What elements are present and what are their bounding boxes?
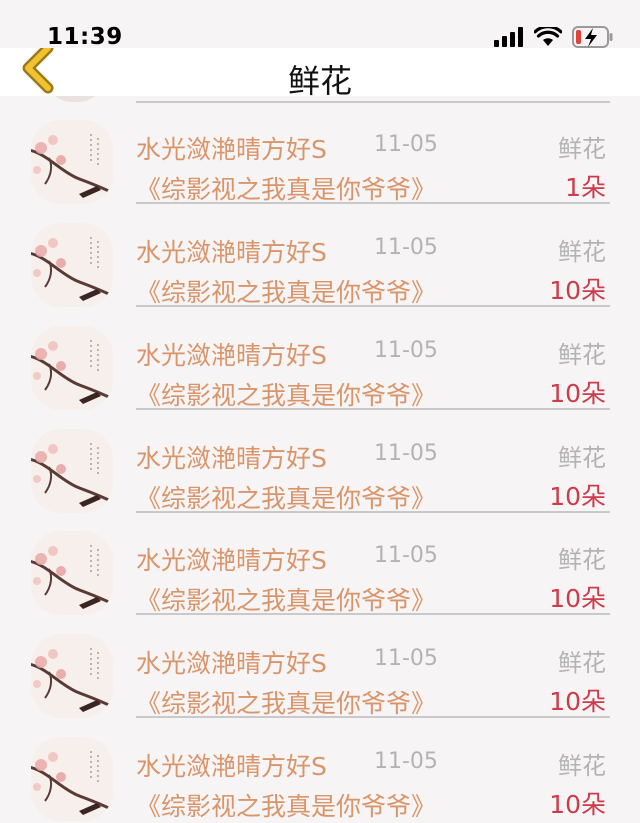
gift-count: 1朵 bbox=[565, 173, 606, 202]
list-item[interactable]: 水光潋滟晴方好S 11-05 鲜花 《综影视之我真是你爷爷》 10朵 bbox=[0, 614, 640, 718]
plum-blossom-painting-icon bbox=[31, 737, 113, 821]
gift-record-list[interactable]: 水光潋滟晴方好S 11-05 鲜花 《综影视之我真是你爷爷》 1朵 水光潋滟晴方… bbox=[0, 0, 640, 821]
gift-count: 10朵 bbox=[549, 379, 606, 408]
list-item[interactable]: 水光潋滟晴方好S 11-05 鲜花 《综影视之我真是你爷爷》 10朵 bbox=[0, 409, 640, 513]
list-item[interactable]: 水光潋滟晴方好S 11-05 鲜花 《综影视之我真是你爷爷》 10朵 bbox=[0, 717, 640, 821]
gift-type: 鲜花 bbox=[558, 752, 606, 780]
gift-type: 鲜花 bbox=[558, 444, 606, 472]
gift-date: 11-05 bbox=[374, 235, 438, 260]
user-name: 水光潋滟晴方好S bbox=[136, 444, 327, 473]
avatar bbox=[31, 120, 113, 204]
gift-date: 11-05 bbox=[374, 441, 438, 466]
avatar bbox=[31, 429, 113, 513]
book-title[interactable]: 《综影视之我真是你爷爷》 bbox=[136, 376, 436, 412]
user-name: 水光潋滟晴方好S bbox=[136, 238, 327, 267]
book-title[interactable]: 《综影视之我真是你爷爷》 bbox=[136, 479, 436, 515]
book-title[interactable]: 《综影视之我真是你爷爷》 bbox=[136, 273, 436, 309]
user-name: 水光潋滟晴方好S bbox=[136, 546, 327, 575]
gift-type: 鲜花 bbox=[558, 238, 606, 266]
gift-type: 鲜花 bbox=[558, 341, 606, 369]
page-title: 鲜花 bbox=[287, 62, 352, 100]
user-name: 水光潋滟晴方好S bbox=[136, 135, 327, 164]
avatar bbox=[31, 737, 113, 821]
gift-count: 10朵 bbox=[549, 276, 606, 305]
plum-blossom-painting-icon bbox=[31, 634, 113, 718]
book-title[interactable]: 《综影视之我真是你爷爷》 bbox=[136, 684, 436, 720]
gift-date: 11-05 bbox=[374, 132, 438, 157]
gift-type: 鲜花 bbox=[558, 135, 606, 163]
gift-type: 鲜花 bbox=[558, 649, 606, 677]
gift-count: 10朵 bbox=[549, 584, 606, 613]
gift-date: 11-05 bbox=[374, 749, 438, 774]
user-name: 水光潋滟晴方好S bbox=[136, 752, 327, 781]
plum-blossom-painting-icon bbox=[31, 223, 113, 307]
gift-count: 10朵 bbox=[549, 687, 606, 716]
avatar bbox=[31, 326, 113, 410]
cellular-signal-icon bbox=[494, 27, 523, 47]
avatar bbox=[31, 531, 113, 615]
list-item[interactable]: 水光潋滟晴方好S 11-05 鲜花 《综影视之我真是你爷爷》 10朵 bbox=[0, 306, 640, 410]
list-item[interactable]: 水光潋滟晴方好S 11-05 鲜花 《综影视之我真是你爷爷》 10朵 bbox=[0, 511, 640, 615]
battery-charging-icon bbox=[572, 26, 613, 48]
book-title[interactable]: 《综影视之我真是你爷爷》 bbox=[136, 581, 436, 617]
book-title[interactable]: 《综影视之我真是你爷爷》 bbox=[136, 787, 436, 823]
plum-blossom-painting-icon bbox=[31, 326, 113, 410]
plum-blossom-painting-icon bbox=[31, 531, 113, 615]
gift-date: 11-05 bbox=[374, 338, 438, 363]
gift-date: 11-05 bbox=[374, 543, 438, 568]
list-item[interactable]: 水光潋滟晴方好S 11-05 鲜花 《综影视之我真是你爷爷》 1朵 bbox=[0, 100, 640, 204]
gift-count: 10朵 bbox=[549, 482, 606, 511]
gift-type: 鲜花 bbox=[558, 546, 606, 574]
user-name: 水光潋滟晴方好S bbox=[136, 341, 327, 370]
plum-blossom-painting-icon bbox=[31, 429, 113, 513]
status-bar: 11:39 bbox=[0, 0, 640, 50]
plum-blossom-painting-icon bbox=[31, 120, 113, 204]
gift-date: 11-05 bbox=[374, 646, 438, 671]
book-title[interactable]: 《综影视之我真是你爷爷》 bbox=[136, 170, 436, 206]
avatar bbox=[31, 223, 113, 307]
avatar bbox=[31, 634, 113, 718]
status-icons bbox=[494, 26, 614, 48]
wifi-icon bbox=[534, 27, 562, 46]
list-item[interactable]: 水光潋滟晴方好S 11-05 鲜花 《综影视之我真是你爷爷》 10朵 bbox=[0, 203, 640, 307]
status-time: 11:39 bbox=[47, 24, 123, 50]
user-name: 水光潋滟晴方好S bbox=[136, 649, 327, 678]
